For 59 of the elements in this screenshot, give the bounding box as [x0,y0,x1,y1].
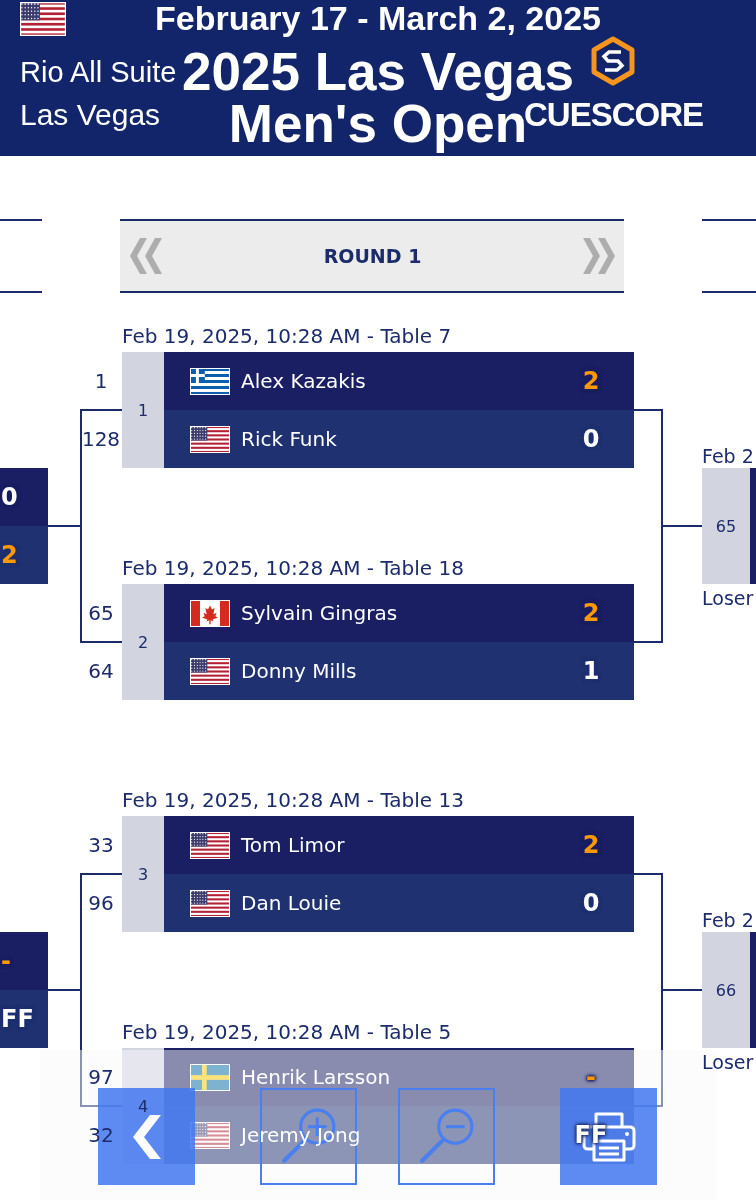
player-name: Tom Limor [241,833,345,857]
logo-icon [591,36,636,86]
double-chevron-right-icon[interactable] [583,238,615,274]
logo-wordmark: CUESCORE [523,99,703,131]
player-name: Sylvain Gingras [241,601,398,625]
match-number: 1 [137,400,149,420]
match-time-label: Feb 2 [702,908,755,932]
match-note: Loser [702,1050,754,1075]
flag-icon [20,2,66,36]
player-score: 2 [582,366,600,396]
seed-number: 1 [94,368,108,395]
flag-icon [190,367,230,395]
event-dates: February 17 - March 2, 2025 [155,0,601,36]
double-chevron-left-icon[interactable] [130,238,162,274]
venue-city: Las Vegas [20,97,161,133]
venue-name: Rio All Suite [20,55,177,90]
round-title: ROUND 1 [323,245,422,267]
player-score: 0 [582,888,600,918]
flag-icon [190,599,230,627]
player-score: 0 [582,424,600,454]
match-time-label: Feb 2 [702,444,755,468]
seed-number: 96 [88,890,114,917]
seed-number: 128 [81,426,121,453]
zoom-out-icon [417,1108,476,1165]
seed-number: 97 [88,1064,114,1091]
player-score: 2 [582,598,600,628]
match-number: 3 [137,864,149,884]
player-score: - [586,1062,596,1092]
chevron-left-icon [132,1114,161,1159]
player-name: Dan Louie [241,891,342,915]
zoom-out-button[interactable] [398,1088,495,1185]
print-button[interactable] [560,1088,657,1185]
match-number: 2 [137,632,149,652]
player-score: 2 [582,830,600,860]
seed-number: 33 [88,832,114,859]
player-name: Donny Mills [241,659,357,683]
match-time-label: Feb 19, 2025, 10:28 AM - Table 5 [122,1019,452,1046]
match-time-label: Feb 19, 2025, 10:28 AM - Table 7 [122,323,452,350]
match-number: 65 [702,468,750,584]
flag-icon [190,889,230,917]
player-name: Alex Kazakis [241,369,366,393]
flag-icon [190,425,230,453]
player-score: 2 [1,540,18,570]
flag-icon [190,657,230,685]
seed-number: 64 [88,658,114,685]
seed-number: 65 [88,600,114,627]
match-number: 4 [137,1096,149,1116]
player-score: 0 [1,482,18,512]
player-score: 1 [582,656,600,686]
flag-icon [190,831,230,859]
player-score: FF [1,1004,34,1034]
flag-icon [190,1063,230,1091]
player-score: - [1,946,11,976]
player-name: Rick Funk [241,427,337,451]
match-time-label: Feb 19, 2025, 10:28 AM - Table 18 [122,555,464,582]
player-name: Henrik Larsson [241,1065,391,1089]
match-time-label: Feb 19, 2025, 10:28 AM - Table 13 [122,787,464,814]
match-number: 66 [702,932,750,1048]
match-note: Loser [702,586,754,611]
